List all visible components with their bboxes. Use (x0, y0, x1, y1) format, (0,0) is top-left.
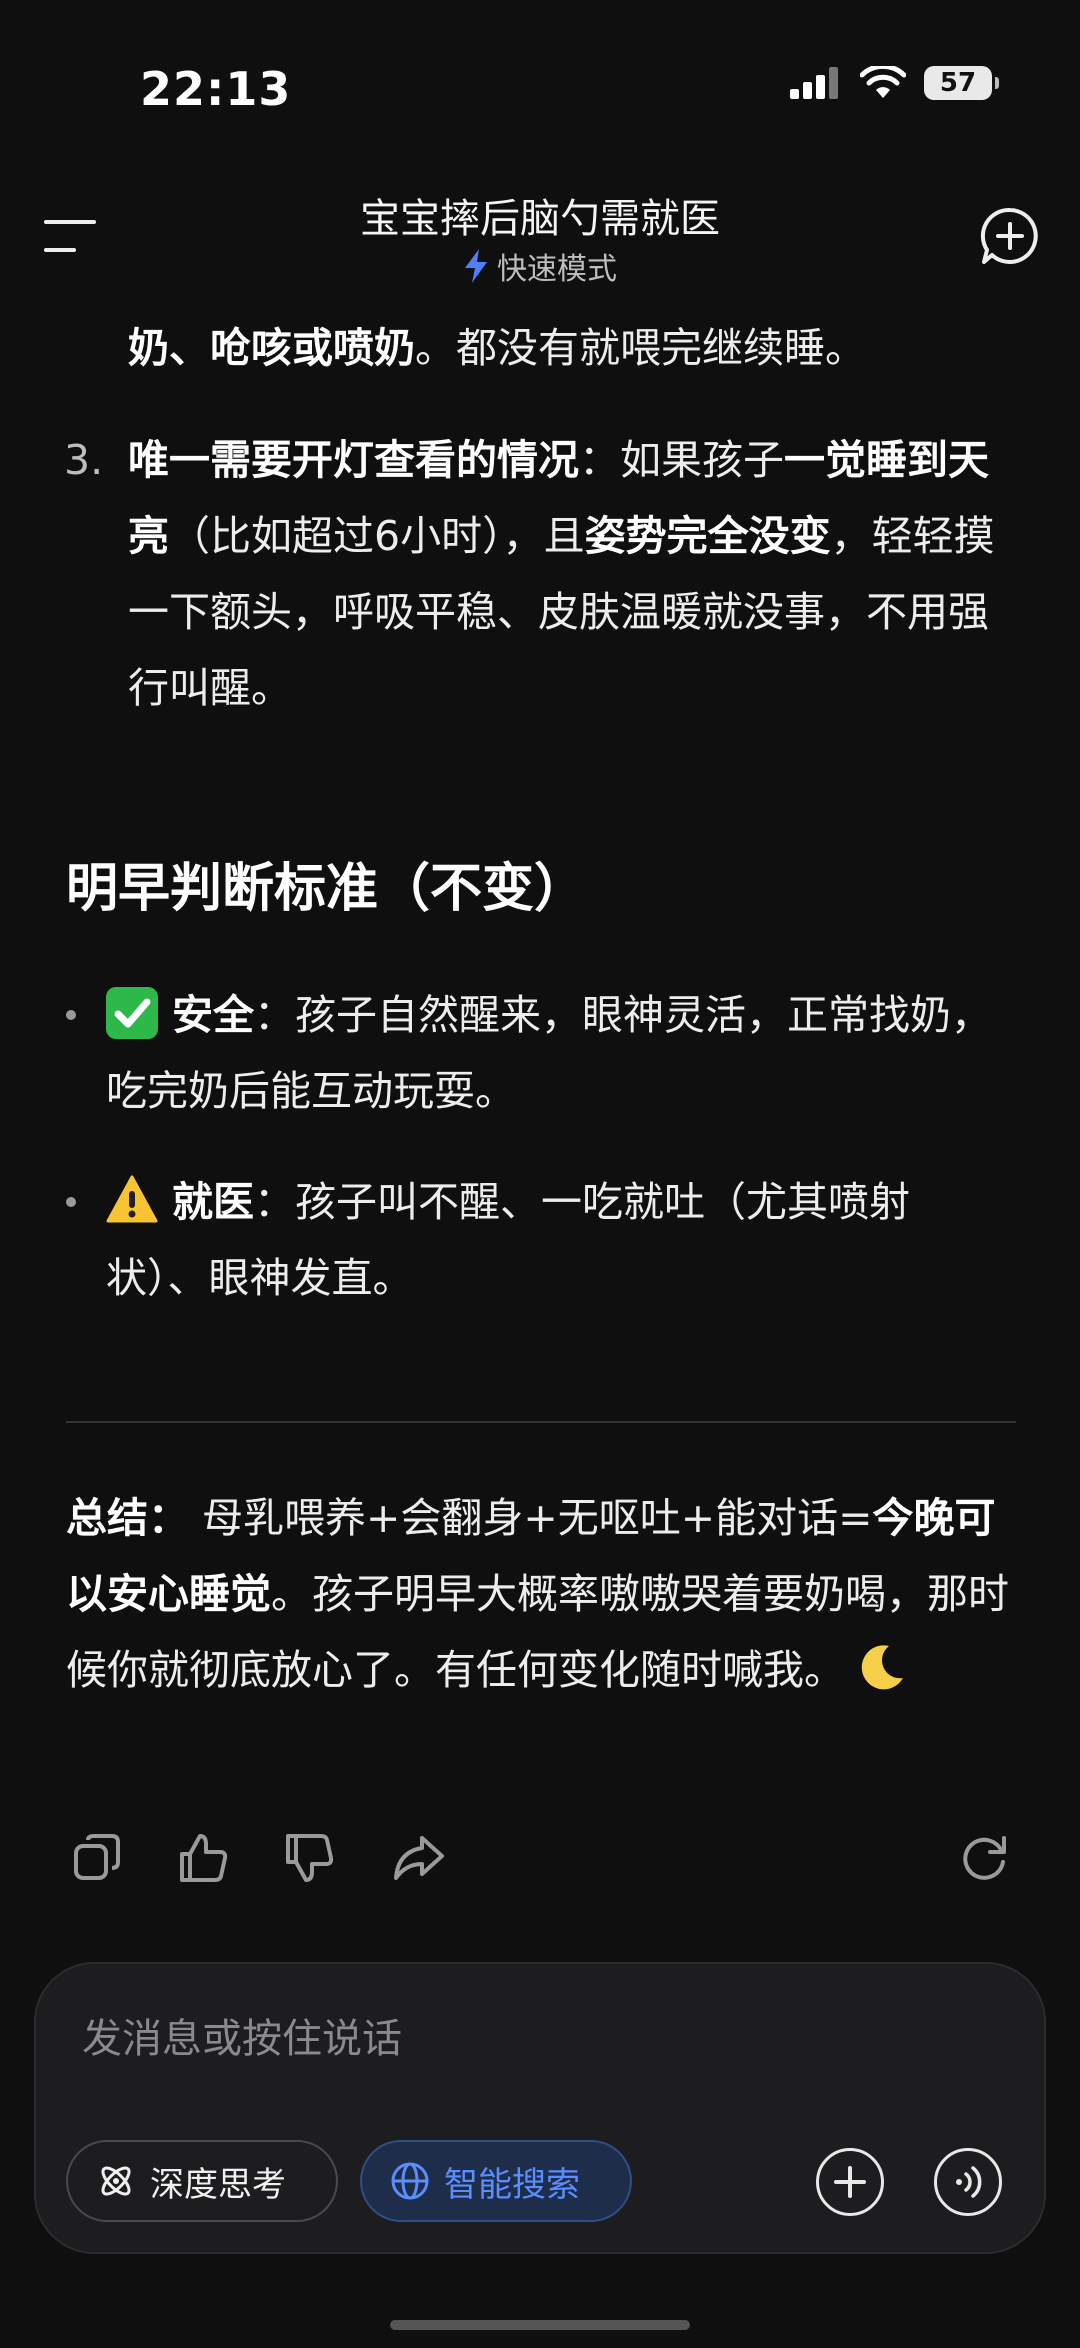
deep-think-button[interactable]: 深度思考 (66, 2140, 338, 2222)
signal-icon (790, 67, 838, 99)
thumbs-down-icon[interactable] (282, 1830, 338, 1886)
list-number: 3. (64, 436, 104, 484)
status-time: 22:13 (140, 62, 292, 116)
battery-icon: 57 (924, 66, 999, 100)
smart-search-label: 智能搜索 (444, 2164, 580, 2205)
atom-icon (101, 2166, 131, 2196)
message-input[interactable]: 发消息或按住说话 (82, 2006, 402, 2064)
regenerate-icon[interactable] (956, 1830, 1012, 1886)
thumbs-up-icon[interactable] (176, 1830, 232, 1886)
bullet-item-safe: 安全：孩子自然醒来，眼神灵活，正常找奶，吃完奶后能互动玩耍。 (106, 977, 1006, 1129)
moon-icon (861, 1645, 903, 1690)
bullet-dot (66, 1010, 76, 1020)
status-icons: 57 (790, 66, 999, 100)
chat-title[interactable]: 宝宝摔后脑勺需就医 (0, 186, 1080, 244)
lightning-icon (465, 249, 487, 283)
wifi-icon (860, 66, 906, 98)
mode-label: 快速模式 (497, 252, 617, 287)
home-indicator (390, 2320, 690, 2330)
divider (66, 1421, 1016, 1423)
section-heading: 明早判断标准（不变） (66, 859, 587, 919)
add-attachment-button[interactable] (816, 2148, 884, 2216)
bullet-dot (66, 1197, 76, 1207)
smart-search-button[interactable]: 智能搜索 (360, 2140, 632, 2222)
deep-think-label: 深度思考 (150, 2164, 286, 2205)
voice-call-button[interactable] (934, 2148, 1002, 2216)
plus-icon (834, 2166, 866, 2198)
mode-indicator[interactable]: 快速模式 (0, 244, 1080, 288)
paragraph-continued: 奶、呛咳或喷奶。都没有就喂完继续睡。 (128, 324, 866, 372)
check-icon (106, 987, 158, 1039)
list-item: 唯一需要开灯查看的情况：如果孩子一觉睡到天亮（比如超过6小时），且姿势完全没变，… (128, 436, 995, 712)
new-chat-icon[interactable] (980, 206, 1040, 266)
globe-icon (391, 2162, 429, 2200)
copy-icon[interactable] (70, 1830, 126, 1886)
voice-wave-icon (956, 2166, 982, 2198)
warning-icon (106, 1175, 158, 1223)
share-icon[interactable] (390, 1830, 446, 1886)
bullet-item-doctor: 就医：孩子叫不醒、一吃就吐（尤其喷射状）、眼神发直。 (106, 1164, 1006, 1316)
summary-paragraph: 总结： 母乳喂养+会翻身+无呕吐+能对话=今晚可以安心睡觉。孩子明早大概率嗷嗷哭… (66, 1494, 1009, 1694)
